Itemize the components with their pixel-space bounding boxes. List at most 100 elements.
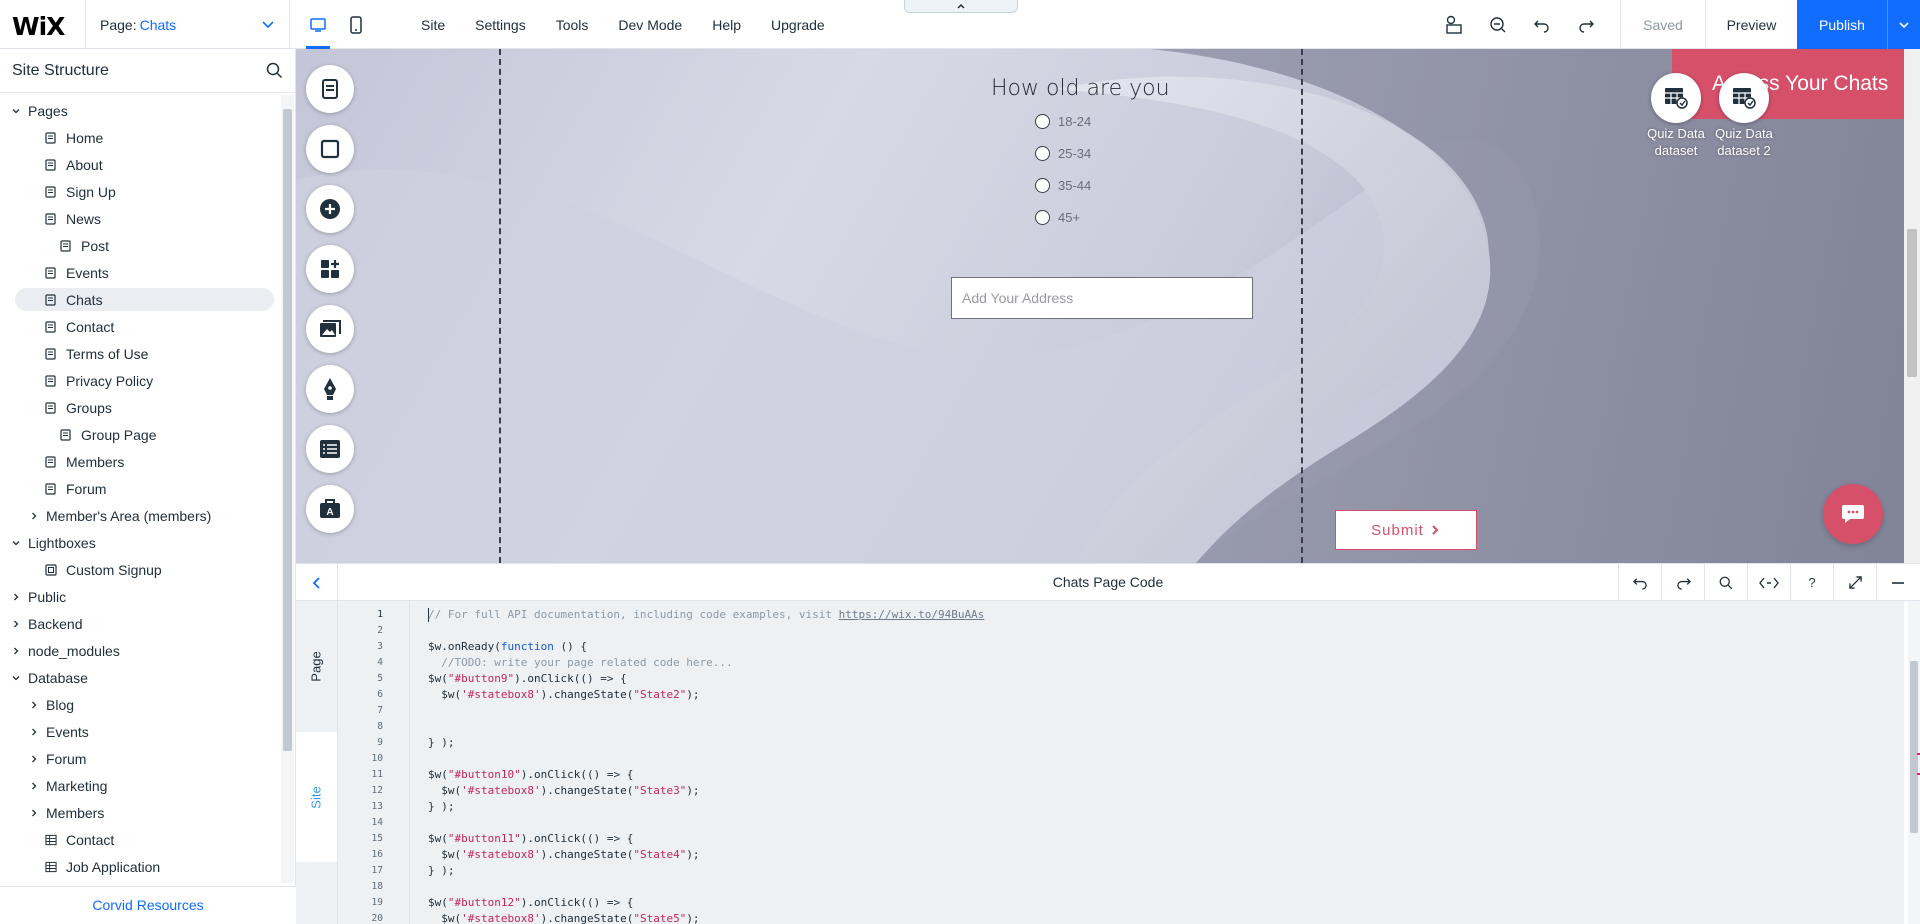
- layers-button[interactable]: [1432, 0, 1476, 49]
- tree-item-home[interactable]: Home: [0, 124, 282, 151]
- radio-circle[interactable]: [1035, 210, 1050, 225]
- canvas-scroll-thumb[interactable]: [1907, 229, 1917, 377]
- tree-item-member-s-area-members[interactable]: Member's Area (members): [0, 502, 282, 529]
- editor-canvas[interactable]: A How old are you 18-24 25-34 35-44 45+ …: [296, 49, 1920, 563]
- redo-button[interactable]: [1564, 0, 1608, 49]
- tab-site[interactable]: Site: [296, 732, 337, 862]
- desktop-view-button[interactable]: [306, 0, 330, 49]
- tree-item-post[interactable]: Post: [0, 232, 282, 259]
- chevron-right-icon[interactable]: [10, 646, 22, 656]
- tree-item-custom-signup[interactable]: Custom Signup: [0, 556, 282, 583]
- add-element-button[interactable]: [306, 185, 354, 233]
- tree-item-pages[interactable]: Pages: [0, 97, 282, 124]
- submit-button[interactable]: Submit: [1335, 510, 1477, 550]
- code-expand-button[interactable]: [1833, 564, 1876, 601]
- content-manager-button[interactable]: [306, 425, 354, 473]
- chevron-down-icon[interactable]: [10, 673, 22, 683]
- radio-circle[interactable]: [1035, 178, 1050, 193]
- chevron-right-icon[interactable]: [10, 619, 22, 629]
- tree-item-job-application[interactable]: Job Application: [0, 853, 282, 880]
- search-icon[interactable]: [266, 62, 283, 79]
- radio-option[interactable]: 35-44: [1035, 178, 1091, 193]
- chevron-down-icon[interactable]: [10, 106, 22, 116]
- tree-item-events[interactable]: Events: [0, 259, 282, 286]
- tree-item-forum[interactable]: Forum: [0, 745, 282, 772]
- blog-button[interactable]: [306, 365, 354, 413]
- dataset-label-line1: Quiz Data: [1647, 126, 1705, 141]
- chevron-right-icon[interactable]: [10, 592, 22, 602]
- publish-dropdown-button[interactable]: [1887, 0, 1920, 49]
- question-title[interactable]: How old are you: [991, 76, 1170, 101]
- tree-item-sign-up[interactable]: Sign Up: [0, 178, 282, 205]
- chevron-right-icon[interactable]: [28, 727, 40, 737]
- tree-item-privacy-policy[interactable]: Privacy Policy: [0, 367, 282, 394]
- menu-tools[interactable]: Tools: [541, 17, 604, 33]
- preview-button[interactable]: Preview: [1705, 0, 1797, 49]
- radio-option[interactable]: 18-24: [1035, 114, 1091, 129]
- tree-item-database[interactable]: Database: [0, 664, 282, 691]
- radio-option[interactable]: 45+: [1035, 210, 1080, 225]
- tree-item-news[interactable]: News: [0, 205, 282, 232]
- quiz-dataset-2[interactable]: Quiz Data dataset 2: [1709, 73, 1779, 159]
- undo-button[interactable]: [1520, 0, 1564, 49]
- menu-settings[interactable]: Settings: [460, 17, 541, 33]
- menu-help[interactable]: Help: [697, 17, 756, 33]
- corvid-resources-link[interactable]: Corvid Resources: [0, 886, 296, 923]
- background-tool-button[interactable]: [306, 125, 354, 173]
- tree-item-events[interactable]: Events: [0, 718, 282, 745]
- radio-circle[interactable]: [1035, 146, 1050, 161]
- quiz-dataset-1[interactable]: Quiz Data dataset: [1641, 73, 1711, 159]
- chevron-right-icon[interactable]: [28, 808, 40, 818]
- tree-item-members[interactable]: Members: [0, 448, 282, 475]
- chevron-right-icon[interactable]: [28, 781, 40, 791]
- code-editor[interactable]: // For full API documentation, including…: [410, 601, 1904, 924]
- menu-dev-mode[interactable]: Dev Mode: [603, 17, 697, 33]
- wix-logo[interactable]: WiX: [12, 12, 65, 41]
- tree-item-chats[interactable]: Chats: [0, 286, 282, 313]
- tree-item-forum[interactable]: Forum: [0, 475, 282, 502]
- tree-item-members[interactable]: Members: [0, 799, 282, 826]
- tree-item-lightboxes[interactable]: Lightboxes: [0, 529, 282, 556]
- add-apps-button[interactable]: [306, 245, 354, 293]
- code-redo-button[interactable]: [1661, 564, 1704, 601]
- business-button[interactable]: A: [306, 485, 354, 533]
- page-icon: [45, 455, 57, 468]
- chevron-right-icon[interactable]: [28, 700, 40, 710]
- address-input[interactable]: Add Your Address: [951, 277, 1253, 319]
- code-minimize-button[interactable]: [1876, 564, 1919, 601]
- tree-item-group-page[interactable]: Group Page: [0, 421, 282, 448]
- site-structure-panel: Site Structure Pages Home About Sign Up News…: [0, 49, 296, 923]
- radio-circle[interactable]: [1035, 114, 1050, 129]
- code-help-button[interactable]: ?: [1790, 564, 1833, 601]
- pages-tool-button[interactable]: [306, 65, 354, 113]
- sidebar-scroll-thumb[interactable]: [283, 109, 292, 751]
- tree-item-blog[interactable]: Blog: [0, 691, 282, 718]
- chevron-right-icon[interactable]: [28, 754, 40, 764]
- tab-page[interactable]: Page: [296, 601, 337, 732]
- tree-item-groups[interactable]: Groups: [0, 394, 282, 421]
- tree-item-backend[interactable]: Backend: [0, 610, 282, 637]
- tree-item-node-modules[interactable]: node_modules: [0, 637, 282, 664]
- page-selector[interactable]: Page: Chats: [85, 0, 290, 49]
- code-search-button[interactable]: [1704, 564, 1747, 601]
- publish-button[interactable]: Publish: [1797, 0, 1887, 49]
- code-undo-button[interactable]: [1618, 564, 1661, 601]
- menu-upgrade[interactable]: Upgrade: [756, 17, 840, 33]
- zoom-out-button[interactable]: [1476, 0, 1520, 49]
- radio-option[interactable]: 25-34: [1035, 146, 1091, 161]
- tree-item-public[interactable]: Public: [0, 583, 282, 610]
- mobile-view-button[interactable]: [344, 0, 368, 49]
- collapse-topbar-tab[interactable]: [904, 0, 1018, 13]
- chevron-down-icon[interactable]: [10, 538, 22, 548]
- code-scroll-thumb[interactable]: [1910, 661, 1918, 833]
- tree-item-terms-of-use[interactable]: Terms of Use: [0, 340, 282, 367]
- chat-button[interactable]: [1823, 484, 1883, 544]
- chevron-right-icon[interactable]: [28, 511, 40, 521]
- tree-item-contact[interactable]: Contact: [0, 313, 282, 340]
- tree-item-about[interactable]: About: [0, 151, 282, 178]
- menu-site[interactable]: Site: [406, 17, 460, 33]
- tree-item-contact[interactable]: Contact: [0, 826, 282, 853]
- tree-item-marketing[interactable]: Marketing: [0, 772, 282, 799]
- code-format-button[interactable]: [1747, 564, 1790, 601]
- media-button[interactable]: [306, 305, 354, 353]
